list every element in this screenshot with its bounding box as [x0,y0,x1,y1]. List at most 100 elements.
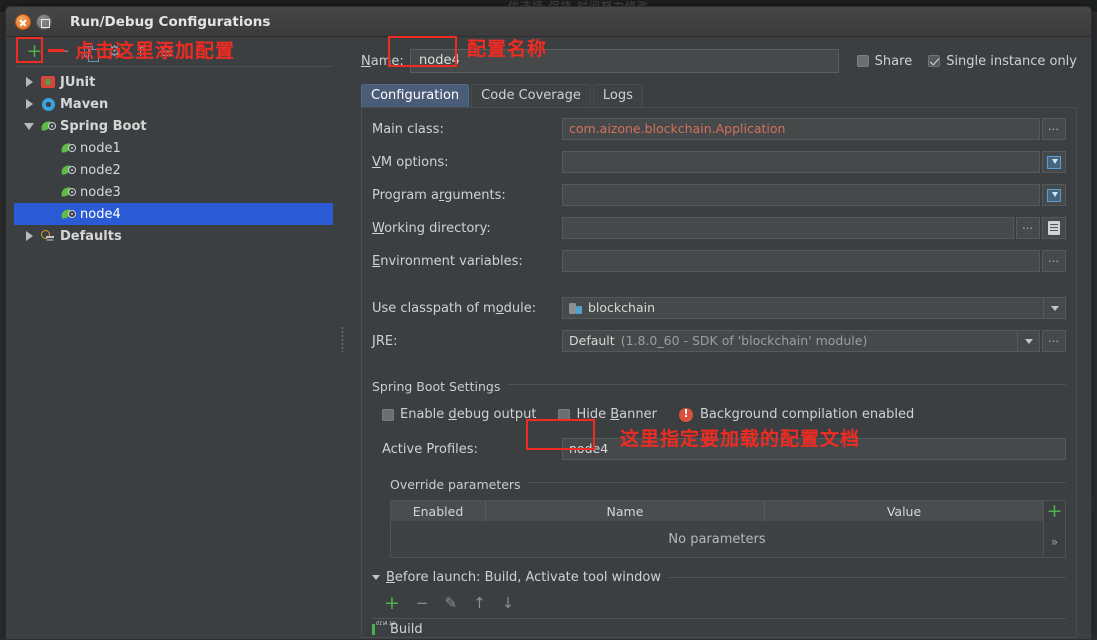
tree-item-node1[interactable]: node1 [14,137,333,159]
override-parameters-title: Override parameters [390,477,528,492]
maven-icon [38,97,58,111]
name-input[interactable]: node4 [410,49,839,73]
chevron-down-icon[interactable] [1017,331,1039,351]
working-directory-browse-button[interactable]: … [1016,217,1040,239]
active-profiles-row: Active Profiles: node4 [382,438,1066,460]
tree-item-node3[interactable]: node3 [14,181,333,203]
close-icon[interactable] [15,13,31,30]
override-parameters-header: Override parameters [390,474,1066,493]
table-main: Enabled Name Value No parameters [391,501,1043,557]
checkbox-box[interactable] [928,55,941,67]
vm-options-input[interactable] [562,151,1040,173]
configuration-tab-panel: Main class: com.aizone.blockchain.Applic… [361,107,1077,638]
run-debug-configurations-dialog: Run/Debug Configurations + − ⚙ ↑ ⊟ JUnit [5,6,1092,640]
pane-splitter[interactable] [337,37,347,639]
chevron-right-icon[interactable] [20,77,38,87]
annotation-dash [48,49,64,52]
jre-detail: (1.8.0_60 - SDK of 'blockchain' module) [620,333,868,348]
active-profiles-input[interactable]: node4 [562,438,1066,460]
configurations-tree[interactable]: JUnit Maven Spring Boot node1 node2 node… [14,66,333,639]
chevron-down-icon[interactable] [372,574,380,580]
move-up-button[interactable]: ↑ [473,595,486,611]
before-launch-header[interactable]: Before launch: Build, Activate tool wind… [372,568,1066,586]
vm-options-label: VM options: [372,154,449,170]
share-checkbox[interactable]: Share [856,54,912,69]
tree-item-label: JUnit [60,74,96,90]
main-class-row: Main class: com.aizone.blockchain.Applic… [372,118,1066,140]
vm-options-row: VM options: [372,151,1066,173]
vm-options-expand-button[interactable] [1042,151,1066,173]
spring-boot-settings-title: Spring Boot Settings [372,379,508,394]
window-title: Run/Debug Configurations [70,13,271,30]
gear-icon[interactable]: ⚙ [106,43,123,60]
before-launch-title: Before launch: Build, Activate tool wind… [386,569,661,585]
tree-item-junit[interactable]: JUnit [14,71,333,93]
build-icon [372,622,395,635]
maximize-icon[interactable] [36,13,52,30]
tree-item-label: Defaults [60,228,122,244]
enable-debug-output-label: Enable debug output [400,407,537,422]
working-directory-input[interactable] [562,217,1014,239]
copy-configuration-button[interactable] [80,43,99,62]
tab-logs[interactable]: Logs [592,84,643,107]
single-instance-checkbox[interactable]: Single instance only [928,54,1077,69]
chevron-down-icon[interactable] [1043,298,1065,318]
working-directory-label: Working directory: [372,220,491,236]
tree-item-node2[interactable]: node2 [14,159,333,181]
table-header-row: Enabled Name Value [391,501,1043,521]
move-up-icon[interactable]: ↑ [132,43,149,60]
hide-banner-checkbox[interactable]: Hide Banner [558,407,657,422]
environment-variables-browse-button[interactable]: … [1042,250,1066,272]
tab-configuration[interactable]: Configuration [361,84,470,107]
window-titlebar: Run/Debug Configurations [6,7,1091,37]
checkbox-box[interactable] [558,408,571,421]
environment-variables-input[interactable] [562,250,1040,272]
jre-label: JRE: [372,333,398,349]
warning-icon [678,406,693,422]
classpath-combobox[interactable]: blockchain [562,297,1066,319]
main-class-browse-button[interactable]: … [1042,118,1066,140]
configurations-pane: + − ⚙ ↑ ⊟ JUnit Maven [6,37,337,639]
splitter-grip[interactable] [340,325,344,352]
tree-item-node4[interactable]: node4 [14,203,333,225]
tree-item-label: node3 [80,184,121,200]
tree-item-spring-boot[interactable]: Spring Boot [14,115,333,137]
program-arguments-expand-button[interactable] [1042,184,1066,206]
tree-item-label: node4 [80,206,121,222]
checkbox-box[interactable] [856,55,869,67]
junit-icon [38,76,58,88]
move-down-button[interactable]: ↓ [502,595,515,611]
background-compilation-text: Background compilation enabled [699,407,915,422]
tree-item-maven[interactable]: Maven [14,93,333,115]
before-launch-list[interactable]: Build [372,618,1066,637]
column-header-enabled[interactable]: Enabled [391,501,486,521]
chevron-right-icon[interactable] [20,231,38,241]
tree-item-defaults[interactable]: Defaults [14,225,333,247]
tab-code-coverage[interactable]: Code Coverage [471,84,591,107]
remove-task-button[interactable]: − [416,595,429,611]
single-instance-label: Single instance only [946,53,1077,69]
jre-combobox[interactable]: Default (1.8.0_60 - SDK of 'blockchain' … [562,330,1040,352]
program-arguments-input[interactable] [562,184,1040,206]
add-configuration-button[interactable]: + [26,42,43,61]
column-header-name[interactable]: Name [486,501,765,521]
chevron-right-icon[interactable] [20,99,38,109]
chevron-down-icon[interactable] [20,122,38,130]
working-directory-macros-button[interactable] [1042,217,1066,239]
add-task-button[interactable]: + [384,593,400,613]
override-parameters-table[interactable]: Enabled Name Value No parameters + » [390,500,1066,558]
collapse-all-icon[interactable]: ⊟ [158,43,175,60]
enable-debug-output-checkbox[interactable]: Enable debug output [382,407,536,422]
main-class-input[interactable]: com.aizone.blockchain.Application [562,118,1040,140]
table-side-toolbar: + » [1043,501,1065,557]
jre-browse-button[interactable]: … [1042,330,1066,352]
column-header-value[interactable]: Value [765,501,1043,521]
more-actions-icon[interactable]: » [1051,535,1058,549]
tree-item-label: Maven [60,96,109,112]
add-parameter-button[interactable]: + [1047,501,1063,521]
checkbox-box[interactable] [382,408,394,421]
working-directory-row: Working directory: … [372,217,1066,239]
editor-tabs[interactable]: Configuration Code Coverage Logs [361,84,1091,107]
spring-boot-toggles-row: Enable debug output Hide Banner Backgrou… [382,406,1066,422]
edit-task-button[interactable]: ✎ [445,595,458,611]
